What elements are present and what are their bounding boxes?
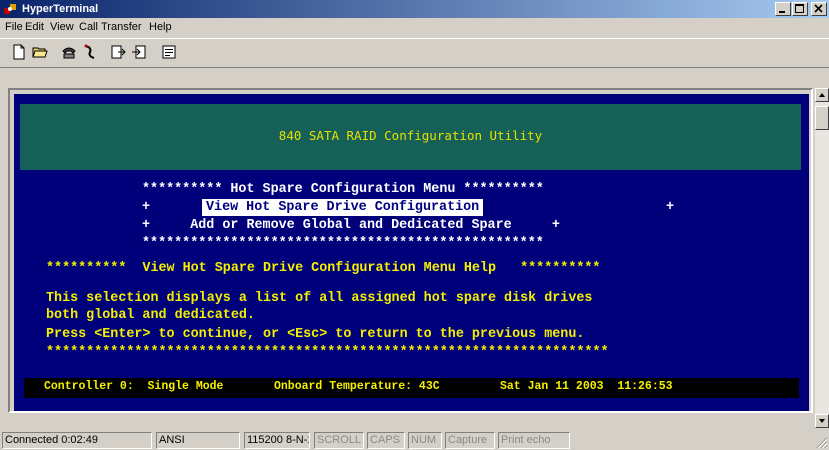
menu-edit[interactable]: Edit: [25, 21, 44, 33]
hyperterminal-icon: [4, 4, 16, 14]
utility-banner: 840 SATA RAID Configuration Utility: [20, 104, 801, 170]
down-arrow-icon: [819, 419, 825, 423]
send-button[interactable]: [107, 41, 129, 63]
status-bar: Connected 0:02:49 ANSI 115200 8-N-1 SCRO…: [0, 430, 829, 450]
maximize-button[interactable]: [792, 2, 808, 16]
caps-indicator: CAPS: [367, 432, 405, 449]
emulation-type: ANSI: [156, 432, 240, 449]
option1-suffix: +: [666, 200, 675, 215]
menu-title: ********** Hot Spare Configuration Menu …: [142, 182, 544, 197]
menu-option-add-remove-spare[interactable]: + Add or Remove Global and Dedicated Spa…: [142, 217, 560, 234]
scroll-track[interactable]: [815, 102, 829, 414]
menu-option-view-hot-spare[interactable]: View Hot Spare Drive Configuration: [202, 199, 484, 216]
resize-grip-icon[interactable]: [815, 436, 828, 449]
send-icon: [111, 45, 126, 59]
controller-mode: Controller 0: Single Mode: [44, 380, 224, 393]
capture-indicator: Capture: [445, 432, 495, 449]
option1-prefix: +: [142, 200, 151, 215]
disconnect-icon: [84, 44, 95, 59]
scroll-down-button[interactable]: [815, 414, 829, 428]
properties-button[interactable]: [158, 41, 180, 63]
hyperterminal-window: HyperTerminal File Edit View Call Transf…: [0, 0, 829, 450]
new-icon: [13, 44, 25, 60]
receive-icon: [132, 45, 146, 59]
window-title: HyperTerminal: [22, 3, 99, 15]
menu-transfer[interactable]: Transfer: [101, 21, 142, 33]
menu-view[interactable]: View: [50, 21, 74, 33]
banner-title: 840 SATA RAID Configuration Utility: [278, 128, 543, 143]
minimize-button[interactable]: [775, 2, 791, 16]
menu-file[interactable]: File: [5, 21, 23, 33]
controller-status-line: Controller 0: Single Mode Onboard Temper…: [24, 378, 799, 398]
help-border: ****************************************…: [46, 345, 609, 360]
properties-icon: [162, 45, 176, 59]
connect-button[interactable]: [58, 41, 80, 63]
port-settings: 115200 8-N-1: [244, 432, 310, 449]
help-line-2: both global and dedicated.: [46, 308, 255, 323]
open-icon: [32, 47, 48, 58]
toolbar: [0, 38, 829, 68]
title-bar[interactable]: HyperTerminal: [0, 0, 829, 18]
maximize-icon: [795, 4, 804, 13]
new-button[interactable]: [8, 41, 30, 63]
connection-time: Connected 0:02:49: [2, 432, 152, 449]
open-button[interactable]: [29, 41, 51, 63]
num-indicator: NUM: [408, 432, 442, 449]
vertical-scrollbar[interactable]: [815, 88, 829, 428]
help-line-3: Press <Enter> to continue, or <Esc> to r…: [46, 327, 585, 342]
up-arrow-icon: [819, 93, 825, 97]
disconnect-button[interactable]: [79, 41, 101, 63]
close-button[interactable]: [811, 2, 827, 16]
date-time: Sat Jan 11 2003 11:26:53: [500, 380, 673, 393]
terminal-frame: 840 SATA RAID Configuration Utility ****…: [8, 88, 813, 413]
print-echo-indicator: Print echo: [498, 432, 570, 449]
scroll-thumb[interactable]: [815, 106, 829, 130]
help-line-1: This selection displays a list of all as…: [46, 291, 593, 306]
menu-call[interactable]: Call: [79, 21, 98, 33]
menu-help[interactable]: Help: [149, 21, 172, 33]
close-icon: [814, 4, 823, 13]
onboard-temperature: Onboard Temperature: 43C: [274, 380, 440, 393]
minimize-icon: [779, 11, 785, 13]
scroll-indicator: SCROLL: [314, 432, 364, 449]
scroll-up-button[interactable]: [815, 88, 829, 102]
connect-icon: [62, 47, 76, 59]
terminal-screen[interactable]: 840 SATA RAID Configuration Utility ****…: [14, 94, 809, 411]
help-title: ********** View Hot Spare Drive Configur…: [46, 261, 601, 276]
menu-bar: File Edit View Call Transfer Help: [0, 18, 829, 37]
menu-border: ****************************************…: [142, 236, 544, 251]
receive-button[interactable]: [128, 41, 150, 63]
